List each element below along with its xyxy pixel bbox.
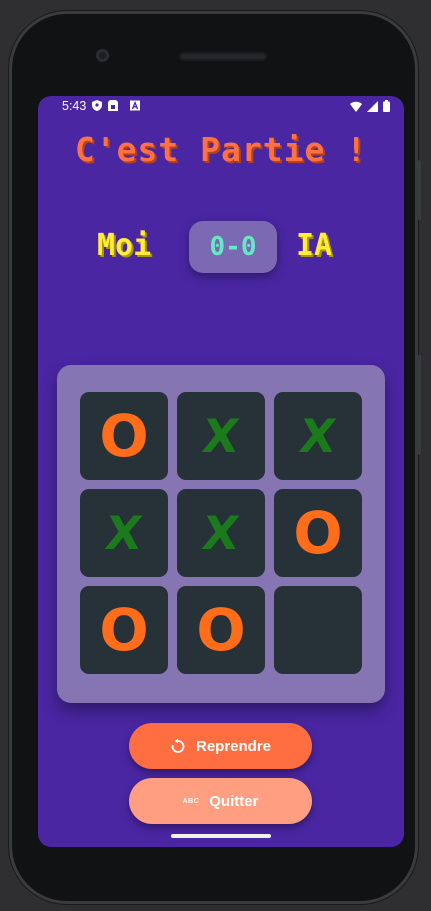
resume-button[interactable]: Reprendre	[129, 723, 312, 769]
font-a-icon	[130, 100, 140, 111]
x-mark: X	[199, 506, 243, 560]
board-cell-1[interactable]: O	[80, 392, 168, 480]
board-cell-5[interactable]: X	[177, 489, 265, 577]
o-mark: O	[99, 402, 149, 470]
opponent-label: IA	[296, 228, 333, 263]
board-cell-7[interactable]: O	[80, 586, 168, 674]
shield-icon	[92, 100, 102, 111]
signal-icon	[367, 100, 378, 112]
page-title: C'est Partie !	[74, 130, 368, 169]
x-mark: X	[296, 409, 340, 463]
app-screen: 5:43 C'est Partie ! Moi 0-0 IA O X X X X	[38, 96, 404, 847]
restart-icon	[170, 738, 186, 754]
board-cell-4[interactable]: X	[80, 489, 168, 577]
player-label: Moi	[97, 228, 152, 263]
home-indicator[interactable]	[171, 834, 271, 838]
o-mark: O	[99, 596, 149, 664]
quit-button[interactable]: ABC Quitter	[129, 778, 312, 824]
earpiece-speaker	[179, 52, 267, 61]
game-board: O X X X X O O O	[57, 365, 385, 703]
status-notification-icons	[92, 100, 140, 111]
board-cell-8[interactable]: O	[177, 586, 265, 674]
front-camera	[96, 49, 109, 62]
sim-card-icon	[108, 100, 118, 111]
board-cell-2[interactable]: X	[177, 392, 265, 480]
board-cell-6[interactable]: O	[274, 489, 362, 577]
power-button	[418, 160, 421, 220]
status-bar: 5:43	[38, 96, 404, 118]
volume-button	[418, 355, 421, 455]
quit-button-label: Quitter	[209, 792, 259, 810]
phone-frame: 5:43 C'est Partie ! Moi 0-0 IA O X X X X	[9, 11, 418, 904]
o-mark: O	[196, 596, 246, 664]
resume-button-label: Reprendre	[195, 737, 272, 755]
x-mark: X	[102, 506, 146, 560]
board-cell-9[interactable]	[274, 586, 362, 674]
wifi-icon	[350, 101, 362, 112]
status-system-icons	[350, 100, 390, 112]
abc-icon: ABC	[182, 797, 200, 805]
score-display: 0-0	[189, 221, 277, 273]
status-time: 5:43	[62, 99, 87, 113]
battery-icon	[383, 100, 390, 112]
o-mark: O	[293, 499, 343, 567]
board-cell-3[interactable]: X	[274, 392, 362, 480]
x-mark: X	[199, 409, 243, 463]
scoreboard: Moi 0-0 IA	[38, 221, 404, 273]
